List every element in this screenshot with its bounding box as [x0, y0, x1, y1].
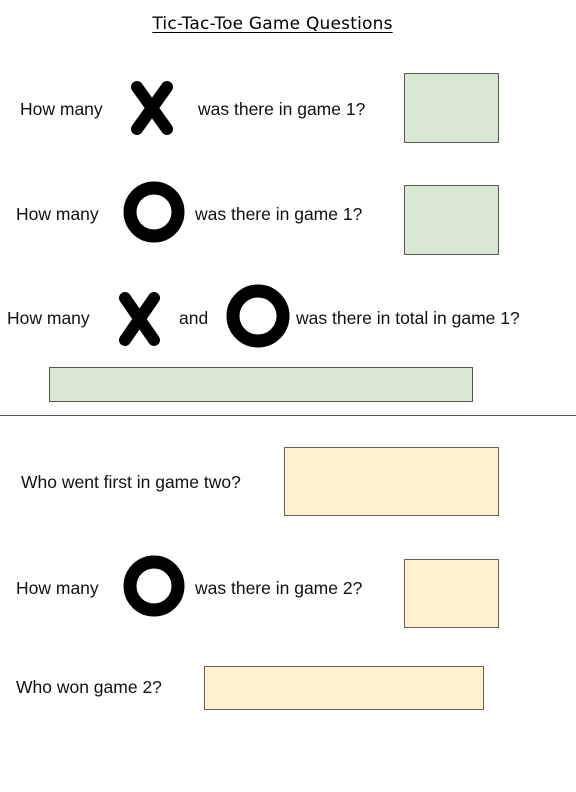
answer-box-2[interactable] [404, 185, 499, 255]
question-3-prefix: How many [7, 308, 90, 328]
o-icon [123, 555, 185, 617]
answer-box-3[interactable] [49, 367, 473, 402]
question-3-middle: and [179, 308, 209, 328]
x-icon [119, 292, 160, 346]
question-1-prefix: How many [20, 99, 103, 119]
answer-box-4[interactable] [284, 447, 499, 516]
question-3-suffix: was there in total in game 1? [296, 308, 520, 328]
answer-box-6[interactable] [204, 666, 484, 710]
question-4-text: Who went first in game two? [21, 472, 241, 492]
question-5-suffix: was there in game 2? [195, 578, 363, 598]
answer-box-1[interactable] [404, 73, 499, 143]
question-2-prefix: How many [16, 204, 99, 224]
o-icon [226, 284, 290, 348]
question-5-prefix: How many [16, 578, 99, 598]
o-icon [123, 181, 185, 243]
question-6-text: Who won game 2? [16, 677, 162, 697]
worksheet-title: Tic-Tac-Toe Game Questions [152, 14, 393, 34]
question-2-suffix: was there in game 1? [195, 204, 363, 224]
answer-box-5[interactable] [404, 559, 499, 628]
question-1-suffix: was there in game 1? [198, 99, 366, 119]
x-icon [131, 81, 173, 135]
section-divider [0, 415, 576, 416]
